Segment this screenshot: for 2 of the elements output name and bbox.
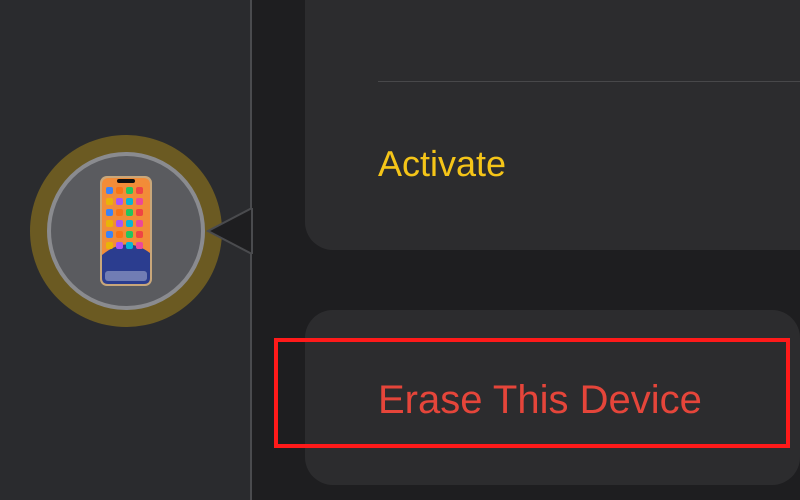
action-link[interactable]: Activate: [378, 143, 506, 184]
smartphone-icon: [99, 175, 153, 287]
